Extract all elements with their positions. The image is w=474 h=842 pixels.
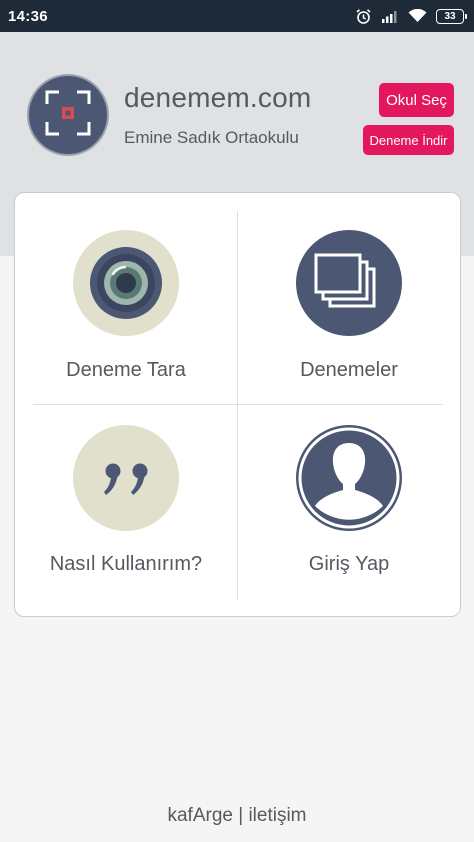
battery-icon: 33 [436,8,467,24]
footer: kafArge | iletişim [0,805,474,827]
menu-item-label: Denemeler [300,359,398,381]
signal-icon [381,9,399,23]
download-exam-button[interactable]: Deneme İndir [363,125,454,155]
wifi-icon [408,9,427,23]
site-title: denemem.com [124,82,312,113]
user-silhouette-icon [296,425,402,531]
stacked-pages-icon [296,230,402,336]
footer-brand-link[interactable]: kafArge [167,805,232,826]
camera-lens-icon [73,230,179,336]
app-logo [27,74,109,156]
battery-level: 33 [444,10,456,22]
menu-item-login[interactable]: Giriş Yap [238,405,460,617]
select-school-button[interactable]: Okul Seç [379,83,454,117]
menu-item-scan-exam[interactable]: Deneme Tara [15,193,237,405]
quote-icon [73,425,179,531]
menu-item-exams[interactable]: Denemeler [238,193,460,405]
menu-item-how-to-use[interactable]: Nasıl Kullanırım? [15,405,237,617]
footer-separator: | [238,805,244,826]
menu-card: Deneme Tara Denemeler Nasıl Kullanırım? [14,192,461,617]
alarm-icon [355,8,372,25]
school-name: Emine Sadık Ortaokulu [124,128,299,147]
status-time: 14:36 [8,7,48,25]
status-bar: 14:36 33 [0,0,474,32]
status-icons: 33 [355,8,467,25]
menu-item-label: Giriş Yap [308,553,390,575]
menu-item-label: Deneme Tara [66,359,186,381]
menu-item-label: Nasıl Kullanırım? [49,553,203,575]
footer-contact-link[interactable]: iletişim [248,805,306,826]
scan-frame-icon [45,90,91,141]
